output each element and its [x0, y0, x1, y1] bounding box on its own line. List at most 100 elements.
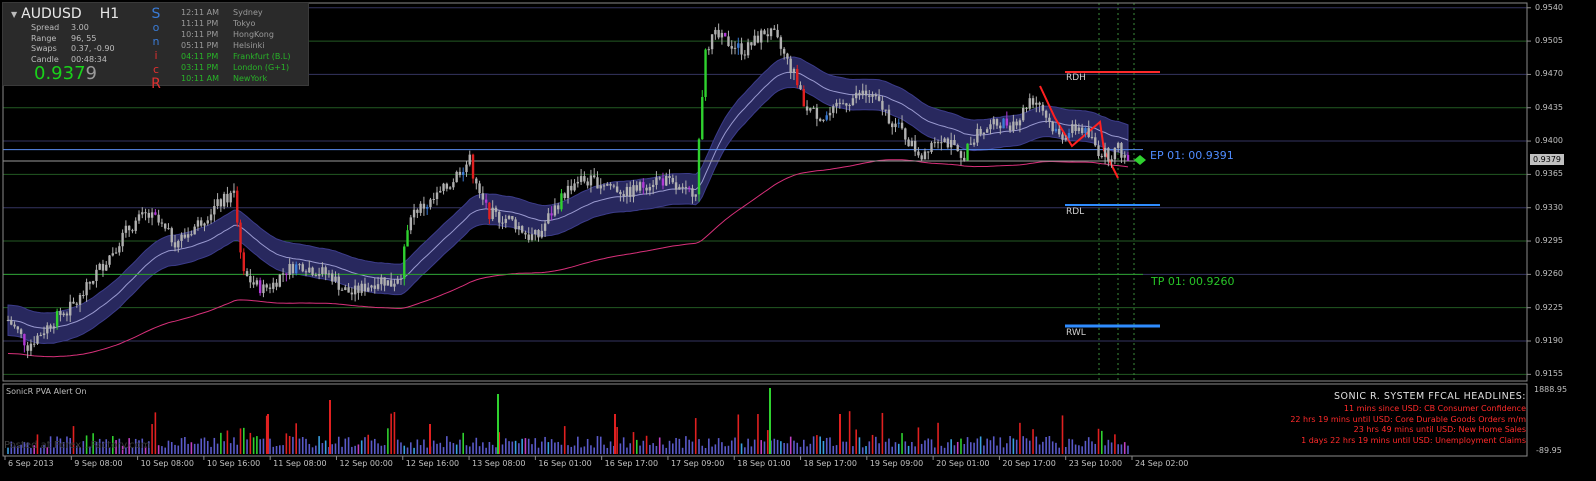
candle-body: [432, 198, 435, 200]
candle-body: [730, 46, 733, 49]
y-tick-label: 0.9225: [1535, 302, 1563, 312]
candle-body: [940, 142, 943, 144]
candle-body: [1041, 104, 1045, 111]
sonic-letter: o: [152, 21, 160, 34]
candle-body: [242, 252, 245, 272]
entry-marker-icon: [1134, 155, 1146, 165]
candle-body: [481, 193, 485, 200]
candle-body: [881, 100, 884, 110]
candle-body: [1054, 128, 1058, 132]
candle-body: [930, 142, 933, 152]
candle-body: [642, 182, 645, 188]
market-sessions: 12:11 AM Sydney 11:11 PM Tokyo 10:11 PM HongK…: [181, 7, 291, 84]
candle-body: [796, 68, 799, 86]
dropdown-triangle-icon[interactable]: ▼: [11, 10, 17, 19]
candle-body: [121, 232, 124, 247]
candle-body: [439, 190, 442, 193]
candle-body: [36, 335, 39, 344]
candle-body: [219, 199, 223, 207]
candle-body: [291, 264, 295, 274]
candle-body: [737, 43, 740, 48]
candle-body: [1038, 102, 1041, 105]
candle-body: [331, 273, 334, 282]
candle-body: [399, 278, 403, 280]
timeframe-label: H1: [99, 6, 120, 22]
candle-body: [1107, 148, 1110, 162]
sonic-letter: c: [152, 63, 160, 76]
candle-body: [566, 185, 570, 199]
candle-body: [412, 209, 416, 218]
candle-body: [78, 295, 82, 305]
candle-body: [589, 175, 593, 186]
x-tick-label: 10 Sep 16:00: [206, 459, 261, 468]
candle-body: [1005, 118, 1009, 126]
candle-body: [707, 49, 711, 51]
candle-body: [1120, 143, 1123, 158]
candle-body: [648, 187, 652, 191]
candle-body: [1080, 127, 1084, 134]
candle-body: [396, 279, 399, 284]
y-tick-label: 0.9540: [1535, 2, 1563, 12]
candle-body: [891, 123, 894, 128]
candle-body: [478, 183, 481, 194]
candle-body: [314, 275, 318, 277]
session-time: 05:11 PM: [181, 41, 219, 50]
candle-body: [913, 140, 917, 152]
candle-body: [809, 108, 812, 111]
candle-body: [101, 263, 105, 271]
candle-body: [144, 212, 147, 214]
candle-body: [959, 151, 963, 158]
candle-body: [370, 285, 373, 288]
candle-body: [547, 213, 550, 224]
candle-body: [756, 35, 760, 43]
candle-body: [665, 176, 668, 186]
candle-body: [871, 94, 874, 97]
session-row: 03:11 PM London (G+1): [181, 62, 291, 73]
candle-body: [288, 264, 291, 275]
rdl-label: RDL: [1066, 207, 1085, 217]
take-profit-label: TP 01: 00.9260: [1151, 275, 1235, 288]
candle-body: [419, 203, 422, 213]
candle-body: [206, 220, 209, 224]
candle-body: [1123, 155, 1126, 158]
candle-body: [114, 252, 118, 254]
candle-body: [360, 283, 363, 293]
candle-body: [966, 143, 969, 161]
candle-body: [177, 240, 180, 248]
candle-body: [32, 343, 36, 345]
candle-body: [409, 217, 413, 231]
candle-body: [245, 271, 249, 277]
candle-body: [1012, 121, 1015, 131]
candle-body: [612, 185, 616, 187]
candle-body: [1028, 98, 1031, 109]
indicator-title: SonicR PVA Alert On: [6, 387, 87, 396]
candle-body: [337, 276, 340, 290]
candle-body: [632, 185, 635, 197]
candle-body: [723, 32, 727, 37]
candle-body: [232, 190, 236, 193]
candle-body: [543, 223, 547, 231]
candle-body: [304, 271, 308, 273]
candle-body: [429, 199, 432, 207]
candle-body: [488, 202, 491, 220]
candle-body: [694, 194, 697, 197]
candle-body: [671, 177, 674, 183]
headline-item: 11 mins since USD: CB Consumer Confidenc…: [1343, 404, 1526, 414]
session-city: NewYork: [233, 74, 268, 83]
candle-body: [23, 333, 26, 346]
candle-body: [1116, 143, 1120, 148]
candle-body: [190, 234, 193, 236]
candle-body: [537, 229, 540, 238]
session-city: Helsinki: [233, 41, 265, 50]
candle-body: [59, 311, 62, 316]
candle-body: [599, 185, 602, 189]
candle-body: [236, 190, 239, 223]
x-tick-label: 10 Sep 08:00: [140, 459, 194, 468]
candle-body: [173, 242, 177, 248]
candle-body: [255, 280, 259, 285]
candle-body: [209, 214, 213, 221]
candle-body: [963, 157, 966, 161]
headline-item: 1 days 22 hrs 19 mins until USD: Unemplo…: [1301, 435, 1526, 445]
y-tick-label: 0.9260: [1535, 269, 1563, 279]
candle-body: [864, 90, 868, 96]
